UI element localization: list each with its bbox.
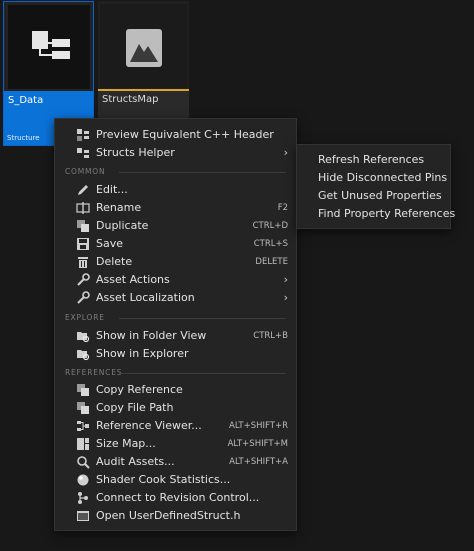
shortcut: ALT+SHIFT+M — [227, 439, 288, 449]
explorer-icon — [77, 350, 90, 361]
menu-item-copy-file-path[interactable]: Copy File Path — [55, 399, 296, 417]
shortcut: CTRL+D — [252, 221, 288, 231]
divider — [119, 318, 286, 319]
structs-helper-icon — [77, 148, 89, 158]
asset-name: S_Data — [8, 95, 44, 106]
copy-path-icon — [77, 402, 89, 414]
copy-reference-icon — [77, 384, 89, 396]
asset-tile-structsmap[interactable]: StructsMap — [98, 1, 189, 131]
menu-item-open-header-file[interactable]: Open UserDefinedStruct.h — [55, 507, 296, 525]
menu-item-edit[interactable]: Edit... — [55, 181, 296, 199]
delete-icon — [78, 257, 88, 268]
shader-icon — [77, 474, 89, 486]
cpp-header-icon — [77, 129, 89, 141]
shortcut: F2 — [277, 203, 288, 213]
shortcut: CTRL+B — [253, 331, 288, 341]
menu-item-asset-actions[interactable]: Asset Actions › — [55, 271, 296, 289]
chevron-right-icon: › — [283, 146, 288, 159]
data-asset-icon — [126, 29, 162, 67]
shortcut: CTRL+S — [253, 239, 288, 249]
submenu-item-refresh-references[interactable]: Refresh References — [318, 153, 424, 166]
shortcut: ALT+SHIFT+R — [229, 421, 288, 431]
submenu-item-find-property-references[interactable]: Find Property References — [318, 207, 455, 220]
asset-name: StructsMap — [102, 94, 159, 105]
menu-item-connect-revision-control[interactable]: Connect to Revision Control... — [55, 489, 296, 507]
revision-control-icon — [78, 492, 88, 504]
menu-item-duplicate[interactable]: Duplicate CTRL+D — [55, 217, 296, 235]
menu-item-save[interactable]: Save CTRL+S — [55, 235, 296, 253]
open-file-icon — [77, 511, 89, 521]
asset-type: Structure — [7, 134, 40, 142]
menu-item-show-in-explorer[interactable]: Show in Explorer — [55, 345, 296, 363]
duplicate-icon — [77, 220, 89, 232]
submenu-item-hide-disconnected-pins[interactable]: Hide Disconnected Pins — [318, 171, 447, 184]
shortcut: ALT+SHIFT+A — [229, 457, 288, 467]
asset-actions-icon — [77, 273, 90, 286]
section-header-references: REFERENCES — [65, 368, 123, 377]
size-map-icon — [77, 438, 89, 450]
menu-item-show-in-folder-view[interactable]: Show in Folder View CTRL+B — [55, 327, 296, 345]
asset-thumbnail — [8, 5, 90, 89]
shortcut: DELETE — [255, 257, 288, 267]
menu-item-reference-viewer[interactable]: Reference Viewer... ALT+SHIFT+R — [55, 417, 296, 435]
menu-item-copy-reference[interactable]: Copy Reference — [55, 381, 296, 399]
audit-icon — [77, 456, 90, 469]
chevron-right-icon: › — [283, 273, 288, 286]
context-menu: Preview Equivalent C++ Header Structs He… — [54, 118, 297, 531]
divider — [119, 373, 286, 374]
section-header-explore: EXPLORE — [65, 313, 105, 322]
menu-item-rename[interactable]: Rename F2 — [55, 199, 296, 217]
menu-item-asset-localization[interactable]: Asset Localization › — [55, 289, 296, 307]
menu-item-delete[interactable]: Delete DELETE — [55, 253, 296, 271]
menu-item-shader-cook-statistics[interactable]: Shader Cook Statistics... — [55, 471, 296, 489]
divider — [119, 172, 286, 173]
submenu-item-get-unused-properties[interactable]: Get Unused Properties — [318, 189, 442, 202]
asset-thumbnail — [100, 4, 187, 88]
localization-icon — [77, 291, 90, 304]
reference-viewer-icon — [77, 421, 89, 431]
rename-icon — [76, 202, 90, 214]
menu-item-audit-assets[interactable]: Audit Assets... ALT+SHIFT+A — [55, 453, 296, 471]
section-header-common: COMMON — [65, 167, 106, 176]
menu-item-preview-cpp-header[interactable]: Preview Equivalent C++ Header — [55, 126, 296, 144]
menu-item-size-map[interactable]: Size Map... ALT+SHIFT+M — [55, 435, 296, 453]
menu-item-structs-helper[interactable]: Structs Helper › — [55, 144, 296, 162]
save-icon — [77, 238, 89, 250]
edit-icon — [78, 185, 88, 195]
chevron-right-icon: › — [283, 291, 288, 304]
folder-view-icon — [77, 332, 90, 343]
structs-helper-submenu: Refresh References Hide Disconnected Pin… — [296, 144, 455, 229]
structure-icon — [32, 31, 70, 59]
